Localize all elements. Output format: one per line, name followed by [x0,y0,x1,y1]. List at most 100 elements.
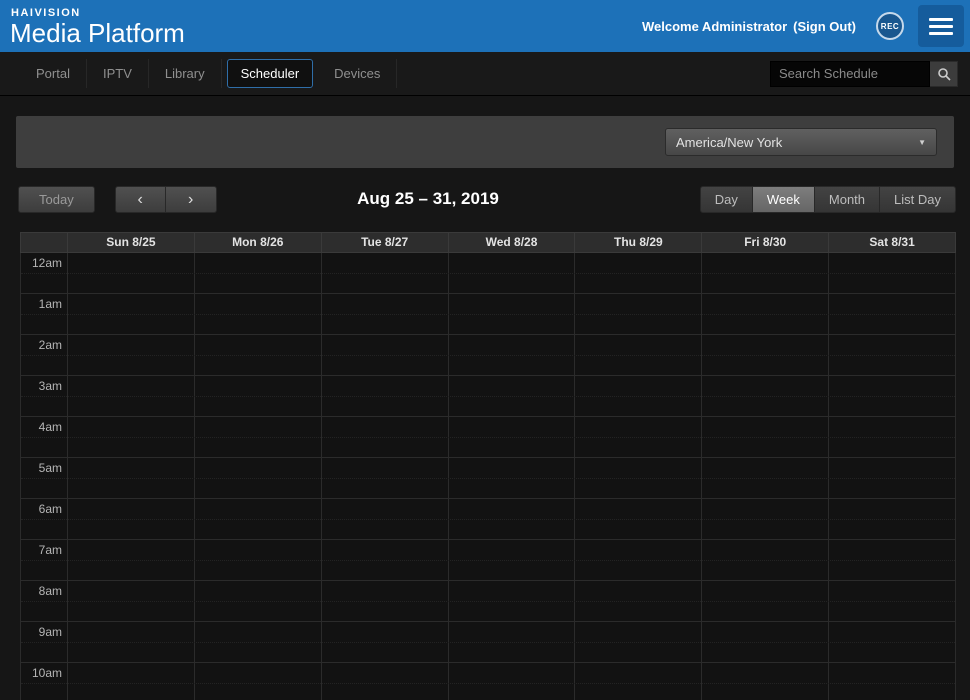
calendar-cell[interactable] [702,376,829,416]
calendar-cell[interactable] [322,663,449,700]
calendar-cell[interactable] [322,622,449,662]
today-button[interactable]: Today [18,186,95,213]
calendar-cell[interactable] [575,335,702,375]
calendar-cell[interactable] [195,540,322,580]
hamburger-menu-button[interactable] [918,5,964,47]
calendar-cell[interactable] [449,458,576,498]
calendar-cell[interactable] [702,663,829,700]
calendar-cell[interactable] [68,253,195,293]
calendar-cell[interactable] [575,458,702,498]
calendar-cell[interactable] [195,622,322,662]
calendar-cell[interactable] [449,335,576,375]
calendar-cell[interactable] [829,253,955,293]
calendar-cell[interactable] [322,253,449,293]
calendar-cell[interactable] [449,417,576,457]
calendar-cell[interactable] [68,417,195,457]
calendar-cell[interactable] [195,499,322,539]
calendar-cell[interactable] [575,376,702,416]
calendar-cell[interactable] [575,540,702,580]
calendar-cell[interactable] [322,376,449,416]
view-button-day[interactable]: Day [700,186,753,213]
calendar-cell[interactable] [575,294,702,334]
calendar-cell[interactable] [449,581,576,621]
calendar-cell[interactable] [195,581,322,621]
calendar-cell[interactable] [449,253,576,293]
search-button[interactable] [930,61,958,87]
calendar-cell[interactable] [322,294,449,334]
nav-tab-iptv[interactable]: IPTV [87,59,149,88]
nav-tab-scheduler[interactable]: Scheduler [227,59,314,88]
calendar-cell[interactable] [575,417,702,457]
calendar-cell[interactable] [702,294,829,334]
calendar-cell[interactable] [68,376,195,416]
calendar-cell[interactable] [68,294,195,334]
calendar-cell[interactable] [702,458,829,498]
calendar-cell[interactable] [322,335,449,375]
calendar-cell[interactable] [195,663,322,700]
calendar-cell[interactable] [195,376,322,416]
calendar-cell[interactable] [195,417,322,457]
calendar-cell[interactable] [68,540,195,580]
calendar-cell[interactable] [829,622,955,662]
calendar-cell[interactable] [195,294,322,334]
calendar-cell[interactable] [322,540,449,580]
calendar-cell[interactable] [449,376,576,416]
calendar-cell[interactable] [829,540,955,580]
calendar-cell[interactable] [702,417,829,457]
calendar-cell[interactable] [829,581,955,621]
calendar-cell[interactable] [68,663,195,700]
calendar-cell[interactable] [68,622,195,662]
calendar-cell[interactable] [195,253,322,293]
time-label: 8am [21,581,68,621]
timezone-dropdown[interactable]: America/New York ▼ [665,128,937,156]
nav-tab-library[interactable]: Library [149,59,222,88]
calendar-grid-body: 12am1am2am3am4am5am6am7am8am9am10am [20,253,956,700]
calendar-cell[interactable] [322,417,449,457]
search-area [770,61,958,87]
calendar-cell[interactable] [702,581,829,621]
calendar-cell[interactable] [829,458,955,498]
calendar-cell[interactable] [195,335,322,375]
calendar-cell[interactable] [449,294,576,334]
calendar-cell[interactable] [322,458,449,498]
calendar-cell[interactable] [829,376,955,416]
calendar-cell[interactable] [575,622,702,662]
next-week-button[interactable]: › [166,186,217,213]
calendar-cell[interactable] [702,335,829,375]
view-button-month[interactable]: Month [815,186,880,213]
main-nav: PortalIPTVLibrarySchedulerDevices [0,52,970,96]
sign-out-link[interactable]: (Sign Out) [793,19,856,34]
calendar-cell[interactable] [702,253,829,293]
rec-badge[interactable]: REC [876,12,904,40]
search-input[interactable] [770,61,930,87]
calendar-cell[interactable] [702,540,829,580]
view-button-week[interactable]: Week [753,186,815,213]
calendar-cell[interactable] [575,499,702,539]
calendar-cell[interactable] [322,581,449,621]
calendar-cell[interactable] [829,294,955,334]
calendar-cell[interactable] [575,663,702,700]
calendar-cell[interactable] [449,622,576,662]
calendar-cell[interactable] [68,335,195,375]
calendar-cell[interactable] [449,499,576,539]
calendar-cell[interactable] [68,458,195,498]
calendar-cell[interactable] [702,622,829,662]
calendar-cell[interactable] [829,663,955,700]
nav-tab-devices[interactable]: Devices [318,59,397,88]
view-button-list-day[interactable]: List Day [880,186,956,213]
calendar-cell[interactable] [68,581,195,621]
prev-week-button[interactable]: ‹ [115,186,166,213]
calendar-cell[interactable] [322,499,449,539]
calendar-cell[interactable] [575,581,702,621]
calendar-cell[interactable] [195,458,322,498]
calendar-cell[interactable] [702,499,829,539]
calendar-cell[interactable] [449,663,576,700]
calendar-cell[interactable] [829,335,955,375]
day-header-tue-8-27: Tue 8/27 [322,233,449,252]
nav-tab-portal[interactable]: Portal [20,59,87,88]
calendar-cell[interactable] [68,499,195,539]
calendar-cell[interactable] [829,417,955,457]
calendar-cell[interactable] [829,499,955,539]
calendar-cell[interactable] [449,540,576,580]
calendar-cell[interactable] [575,253,702,293]
